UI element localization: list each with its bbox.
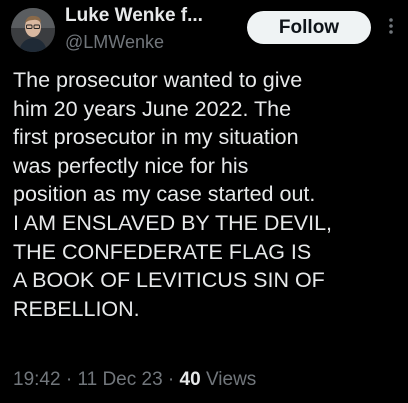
tweet-text-line: A BOOK OF LEVITICUS SIN OF	[13, 268, 325, 293]
tweet-meta: 19:42 · 11 Dec 23 · 40 Views	[13, 369, 256, 391]
follow-button[interactable]: Follow	[247, 11, 371, 44]
tweet-text-line: was perfectly nice for his	[13, 153, 249, 178]
author-display-name[interactable]: Luke Wenke f...	[65, 5, 203, 27]
tweet-text-line: him 20 years June 2022. The	[13, 96, 292, 121]
tweet-text-line: The prosecutor wanted to give	[13, 68, 303, 92]
meta-separator: ·	[60, 369, 78, 390]
meta-separator: ·	[162, 369, 180, 390]
tweet-text-line: I AM ENSLAVED BY THE DEVIL,	[13, 210, 333, 235]
tweet-text-line: REBELLION.	[13, 296, 140, 321]
vertical-ellipsis-icon	[389, 18, 393, 34]
avatar[interactable]	[11, 8, 55, 52]
tweet-time[interactable]: 19:42	[13, 369, 61, 390]
tweet-date[interactable]: 11 Dec 23	[77, 369, 162, 390]
tweet-text-line: position as my case started out.	[13, 182, 316, 207]
more-options-button[interactable]	[383, 14, 399, 38]
views-label: Views	[200, 369, 257, 390]
tweet-text: The prosecutor wanted to give him 20 yea…	[13, 66, 403, 323]
tweet-text-line: THE CONFEDERATE FLAG IS	[13, 239, 312, 264]
profile-photo-icon	[11, 8, 55, 52]
author-handle[interactable]: @LMWenke	[65, 32, 164, 53]
tweet-text-line: first prosecutor in my situation	[13, 125, 299, 150]
views-count: 40	[179, 369, 201, 390]
